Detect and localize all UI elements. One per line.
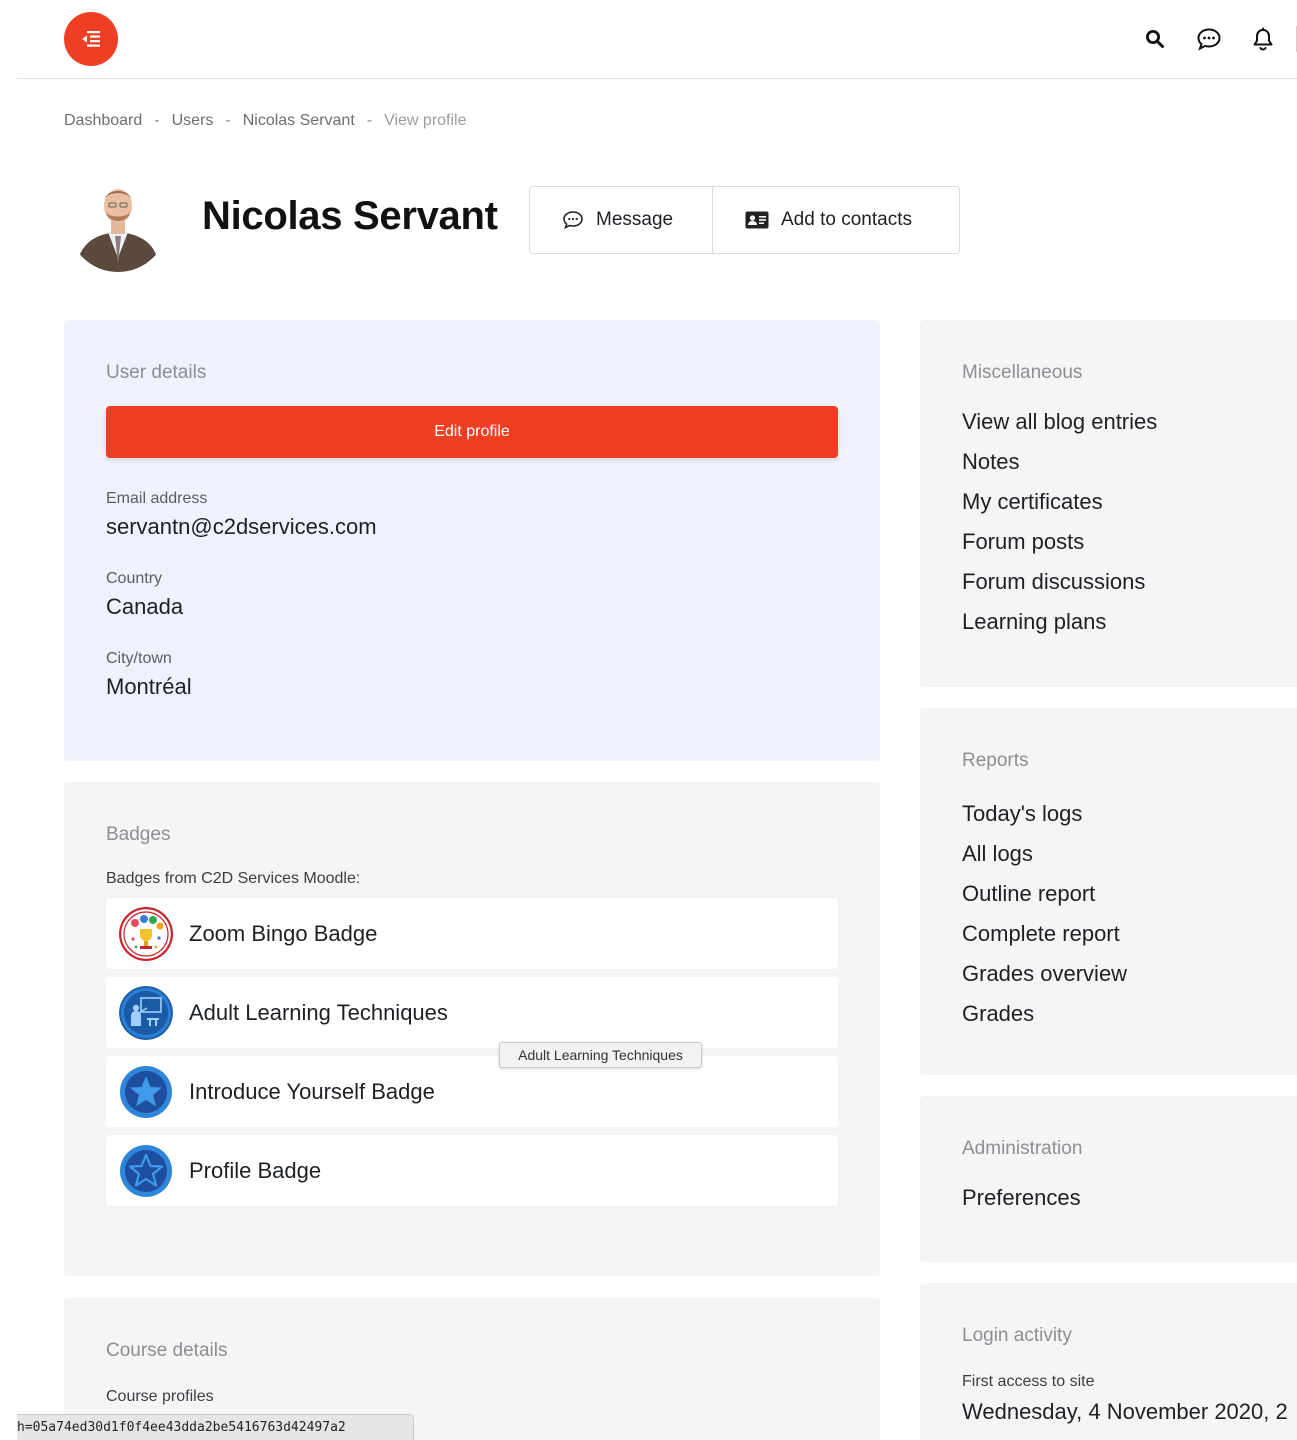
- link-notes[interactable]: Notes: [962, 442, 1297, 482]
- badge-list: Zoom Bingo Badge Adult Learning Techniqu…: [106, 898, 838, 1206]
- badge-name: Profile Badge: [189, 1157, 322, 1183]
- miscellaneous-title: Miscellaneous: [962, 362, 1083, 383]
- search-icon[interactable]: [1138, 22, 1172, 56]
- login-activity-card: Login activity First access to site Wedn…: [920, 1283, 1297, 1440]
- link-forum-discussions[interactable]: Forum discussions: [962, 562, 1297, 602]
- country-label: Country: [106, 570, 163, 587]
- course-profiles-label: Course profiles: [106, 1388, 214, 1405]
- miscellaneous-card: Miscellaneous View all blog entries Note…: [920, 320, 1297, 687]
- email-value[interactable]: servantn@c2dservices.com: [106, 514, 838, 540]
- messages-icon[interactable]: [1192, 22, 1226, 56]
- country-value: Canada: [106, 594, 184, 619]
- user-details-title: User details: [106, 362, 207, 383]
- add-to-contacts-label: Add to contacts: [781, 209, 912, 230]
- menu-collapse-icon: [82, 31, 100, 47]
- first-access-label: First access to site: [962, 1373, 1095, 1390]
- link-certificates[interactable]: My certificates: [962, 482, 1297, 522]
- star-badge-icon: [120, 1065, 172, 1118]
- badge-item-introduce-yourself[interactable]: Introduce Yourself Badge: [106, 1056, 838, 1127]
- badge-name: Introduce Yourself Badge: [189, 1078, 435, 1104]
- link-grades-overview[interactable]: Grades overview: [962, 954, 1297, 994]
- link-learning-plans[interactable]: Learning plans: [962, 602, 1297, 642]
- badge-name: Adult Learning Techniques: [189, 999, 448, 1025]
- administration-title: Administration: [962, 1138, 1083, 1159]
- avatar: [68, 172, 168, 272]
- link-blog-entries[interactable]: View all blog entries: [962, 402, 1297, 442]
- link-all-logs[interactable]: All logs: [962, 834, 1297, 874]
- bingo-badge-icon: [119, 906, 173, 961]
- course-details-title: Course details: [106, 1340, 228, 1361]
- administration-links: Preferences: [962, 1178, 1297, 1218]
- breadcrumb: Dashboard - Users - Nicolas Servant - Vi…: [64, 112, 467, 130]
- link-preferences[interactable]: Preferences: [962, 1178, 1297, 1218]
- reports-title: Reports: [962, 750, 1029, 771]
- address-card-icon: [745, 211, 769, 229]
- miscellaneous-links: View all blog entries Notes My certifica…: [962, 402, 1297, 642]
- badges-subtitle: Badges from C2D Services Moodle:: [106, 870, 361, 887]
- user-details-card: User details Edit profile Email address …: [64, 320, 880, 761]
- login-activity-title: Login activity: [962, 1325, 1072, 1346]
- edit-profile-button[interactable]: Edit profile: [106, 406, 838, 458]
- top-navbar: [17, 0, 1297, 79]
- link-complete-report[interactable]: Complete report: [962, 914, 1297, 954]
- breadcrumb-current: View profile: [384, 112, 467, 129]
- city-label: City/town: [106, 650, 172, 667]
- breadcrumb-users[interactable]: Users: [172, 112, 214, 130]
- star-outline-badge-icon: [120, 1144, 172, 1197]
- chat-bubble-icon: [563, 211, 583, 230]
- add-to-contacts-button[interactable]: Add to contacts: [713, 186, 960, 254]
- breadcrumb-separator: -: [154, 112, 160, 129]
- city-value: Montréal: [106, 674, 192, 699]
- badge-tooltip: Adult Learning Techniques: [499, 1042, 702, 1068]
- navbar-icons: [1118, 22, 1297, 56]
- badges-card: Badges Badges from C2D Services Moodle: …: [64, 782, 880, 1276]
- link-todays-logs[interactable]: Today's logs: [962, 794, 1297, 834]
- message-button[interactable]: Message: [529, 186, 713, 254]
- first-access-value: Wednesday, 4 November 2020, 2: [962, 1399, 1288, 1424]
- administration-card: Administration Preferences: [920, 1096, 1297, 1262]
- badge-item-profile[interactable]: Profile Badge: [106, 1135, 838, 1206]
- link-outline-report[interactable]: Outline report: [962, 874, 1297, 914]
- badges-title: Badges: [106, 824, 171, 845]
- reports-links: Today's logs All logs Outline report Com…: [962, 794, 1297, 1034]
- teacher-badge-icon: [119, 985, 173, 1040]
- breadcrumb-separator: -: [366, 112, 373, 129]
- badge-item-adult-learning[interactable]: Adult Learning Techniques: [106, 977, 838, 1048]
- drawer-toggle-button[interactable]: [64, 12, 118, 66]
- breadcrumb-separator: -: [225, 112, 231, 129]
- notifications-bell-icon[interactable]: [1246, 22, 1280, 56]
- profile-actions: Message Add to contacts: [529, 186, 960, 254]
- browser-status-url: h=05a74ed30d1f0f4ee43dda2be5416763d42497…: [17, 1414, 414, 1440]
- page-title: Nicolas Servant: [202, 194, 498, 238]
- badge-name: Zoom Bingo Badge: [189, 920, 378, 946]
- reports-card: Reports Today's logs All logs Outline re…: [920, 708, 1297, 1075]
- badge-item-zoom-bingo[interactable]: Zoom Bingo Badge: [106, 898, 838, 969]
- breadcrumb-user[interactable]: Nicolas Servant: [243, 112, 355, 130]
- message-button-label: Message: [596, 209, 674, 230]
- email-label: Email address: [106, 490, 208, 507]
- link-grades[interactable]: Grades: [962, 994, 1297, 1034]
- breadcrumb-dashboard[interactable]: Dashboard: [64, 112, 142, 130]
- link-forum-posts[interactable]: Forum posts: [962, 522, 1297, 562]
